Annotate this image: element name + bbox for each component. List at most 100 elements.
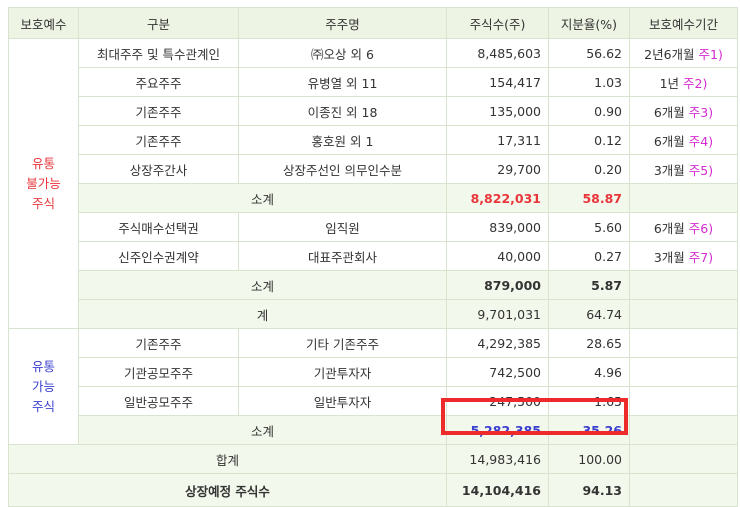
cell-period	[629, 328, 738, 358]
cell-type: 일반공모주주	[78, 386, 239, 416]
cell-period: 3개월 주7)	[629, 241, 738, 271]
cell-holder: 이종진 외 18	[238, 96, 447, 126]
cell-ratio: 0.12	[548, 125, 630, 155]
table-row: 일반공모주주 일반투자자 247,500 1.65	[9, 386, 738, 416]
cell-type: 신주인수권계약	[78, 241, 239, 271]
subtotal-row: 소계 8,822,031 58.87	[9, 183, 738, 213]
header-lockup: 보호예수	[8, 7, 79, 39]
subtotal-shares: 5,282,385	[446, 415, 549, 445]
subtotal-period	[629, 270, 738, 300]
subtotal-shares: 8,822,031	[446, 183, 549, 213]
subtotal-ratio: 35.26	[548, 415, 630, 445]
table-row: 상장주간사 상장주선인 의무인수분 29,700 0.20 3개월 주5)	[9, 154, 738, 184]
table-row: 유통 불가능 주식 최대주주 및 특수관계인 ㈜오상 외 6 8,485,603…	[8, 38, 738, 329]
note-ref: 주5)	[688, 162, 714, 178]
cell-ratio: 0.27	[548, 241, 630, 271]
cell-type: 기존주주	[78, 96, 239, 126]
listed-ratio: 94.13	[548, 473, 630, 507]
cell-holder: 홍호원 외 1	[238, 125, 447, 155]
header-row: 보호예수 구분 주주명 주식수(주) 지분율(%) 보호예수기간	[8, 7, 738, 39]
listed-shares: 14,104,416	[446, 473, 549, 507]
listed-label: 상장예정 주식수	[8, 473, 447, 507]
listed-row: 상장예정 주식수 14,104,416 94.13	[8, 473, 738, 507]
subtotal-period	[629, 183, 738, 213]
subtotal-shares: 879,000	[446, 270, 549, 300]
lockup-table: 보호예수 구분 주주명 주식수(주) 지분율(%) 보호예수기간 유통 불가능 …	[8, 7, 738, 507]
grand-total-label: 합계	[8, 444, 447, 474]
cell-ratio: 5.60	[548, 212, 630, 242]
table-row: 기관공모주주 기관투자자 742,500 4.96	[9, 357, 738, 387]
table-row: 기존주주 이종진 외 18 135,000 0.90 6개월 주3)	[9, 96, 738, 126]
subtotal-row: 소계 879,000 5.87	[9, 270, 738, 300]
cell-ratio: 1.65	[548, 386, 630, 416]
period-text: 3개월	[653, 162, 685, 178]
period-text: 3개월	[653, 249, 685, 265]
header-period: 보호예수기간	[629, 7, 738, 39]
cell-holder: 유병열 외 11	[238, 67, 447, 97]
table-row: 신주인수권계약 대표주관회사 40,000 0.27 3개월 주7)	[9, 241, 738, 271]
cell-holder: 기타 기존주주	[238, 328, 447, 358]
cell-period: 2년6개월 주1)	[629, 38, 738, 68]
table-row: 유통 가능 주식 기존주주 기타 기존주주 4,292,385 28.65	[8, 328, 738, 445]
grand-total-row: 합계 14,983,416 100.00	[8, 444, 738, 474]
cell-type: 주요주주	[78, 67, 239, 97]
header-holder: 주주명	[238, 7, 447, 39]
note-ref: 주6)	[688, 220, 714, 236]
cell-holder: ㈜오상 외 6	[238, 38, 447, 68]
period-text: 2년6개월	[644, 46, 695, 62]
cell-shares: 742,500	[446, 357, 549, 387]
table-row: 기존주주 홍호원 외 1 17,311 0.12 6개월 주4)	[9, 125, 738, 155]
subtotal-label: 소계	[78, 415, 447, 445]
cell-holder: 일반투자자	[238, 386, 447, 416]
cell-type: 기존주주	[78, 328, 239, 358]
cell-type: 주식매수선택권	[78, 212, 239, 242]
total-row: 계 9,701,031 64.74	[9, 299, 738, 329]
cell-ratio: 1.03	[548, 67, 630, 97]
cell-period: 6개월 주4)	[629, 125, 738, 155]
note-ref: 주4)	[688, 133, 714, 149]
period-text: 1년	[659, 75, 680, 91]
total-ratio: 64.74	[548, 299, 630, 329]
cell-ratio: 28.65	[548, 328, 630, 358]
cell-holder: 상장주선인 의무인수분	[238, 154, 447, 184]
cell-shares: 135,000	[446, 96, 549, 126]
cell-holder: 기관투자자	[238, 357, 447, 387]
group-locked-label: 유통 불가능 주식	[8, 38, 79, 329]
cell-period: 1년 주2)	[629, 67, 738, 97]
grand-total-ratio: 100.00	[548, 444, 630, 474]
subtotal-period	[629, 415, 738, 445]
table-row: 주식매수선택권 임직원 839,000 5.60 6개월 주6)	[9, 212, 738, 242]
cell-period	[629, 357, 738, 387]
subtotal-ratio: 58.87	[548, 183, 630, 213]
cell-shares: 839,000	[446, 212, 549, 242]
grand-total-shares: 14,983,416	[446, 444, 549, 474]
cell-shares: 154,417	[446, 67, 549, 97]
cell-period: 6개월 주6)	[629, 212, 738, 242]
subtotal-label: 소계	[78, 183, 447, 213]
cell-ratio: 56.62	[548, 38, 630, 68]
listed-period	[629, 473, 738, 507]
cell-shares: 247,500	[446, 386, 549, 416]
cell-holder: 대표주관회사	[238, 241, 447, 271]
total-label: 계	[78, 299, 447, 329]
subtotal-row: 소계 5,282,385 35.26	[9, 415, 738, 445]
period-text: 6개월	[653, 220, 685, 236]
header-category: 구분	[78, 7, 239, 39]
group-free-label: 유통 가능 주식	[8, 328, 79, 445]
total-shares: 9,701,031	[446, 299, 549, 329]
total-period	[629, 299, 738, 329]
subtotal-label: 소계	[78, 270, 447, 300]
cell-type: 기존주주	[78, 125, 239, 155]
cell-type: 상장주간사	[78, 154, 239, 184]
cell-period	[629, 386, 738, 416]
grand-total-period	[629, 444, 738, 474]
period-text: 6개월	[653, 104, 685, 120]
note-ref: 주2)	[683, 75, 708, 91]
cell-shares: 4,292,385	[446, 328, 549, 358]
header-shares: 주식수(주)	[446, 7, 549, 39]
cell-shares: 29,700	[446, 154, 549, 184]
cell-type: 최대주주 및 특수관계인	[78, 38, 239, 68]
cell-period: 3개월 주5)	[629, 154, 738, 184]
cell-ratio: 0.90	[548, 96, 630, 126]
cell-ratio: 4.96	[548, 357, 630, 387]
